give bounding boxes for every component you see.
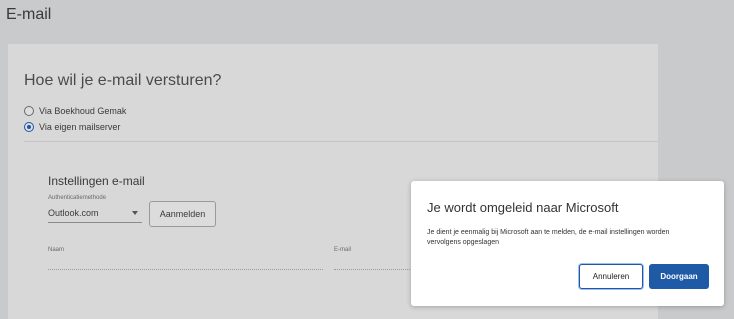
radio-unchecked-icon[interactable] [24, 106, 34, 116]
settings-title: Instellingen e-mail [48, 174, 145, 188]
section-divider [24, 141, 658, 142]
email-label: E-mail [334, 247, 352, 253]
auth-method-label: Authenticatiemethode [48, 195, 107, 201]
microsoft-redirect-dialog: Je wordt omgeleid naar Microsoft Je dien… [411, 181, 724, 306]
email-field[interactable] [334, 269, 414, 270]
radio-option-eigen-mailserver[interactable]: Via eigen mailserver [24, 122, 120, 132]
radio-checked-icon[interactable] [24, 122, 34, 132]
continue-button[interactable]: Doorgaan [649, 264, 709, 289]
radio-label: Via Boekhoud Gemak [39, 106, 127, 116]
radio-option-boekhoud-gemak[interactable]: Via Boekhoud Gemak [24, 106, 126, 116]
auth-method-select[interactable]: Outlook.com [48, 204, 142, 223]
cancel-button[interactable]: Annuleren [579, 264, 643, 289]
dialog-message: Je dient je eenmalig bij Microsoft aan t… [427, 229, 670, 246]
login-button[interactable]: Aanmelden [149, 201, 216, 227]
page-title: E-mail [6, 6, 52, 23]
chevron-down-icon [132, 211, 138, 215]
radio-label: Via eigen mailserver [39, 122, 121, 132]
name-label: Naam [48, 247, 65, 253]
auth-method-value: Outlook.com [48, 208, 99, 218]
send-method-question: Hoe wil je e-mail versturen? [24, 72, 222, 89]
name-field[interactable] [48, 269, 323, 270]
dialog-title: Je wordt omgeleid naar Microsoft [427, 200, 619, 215]
